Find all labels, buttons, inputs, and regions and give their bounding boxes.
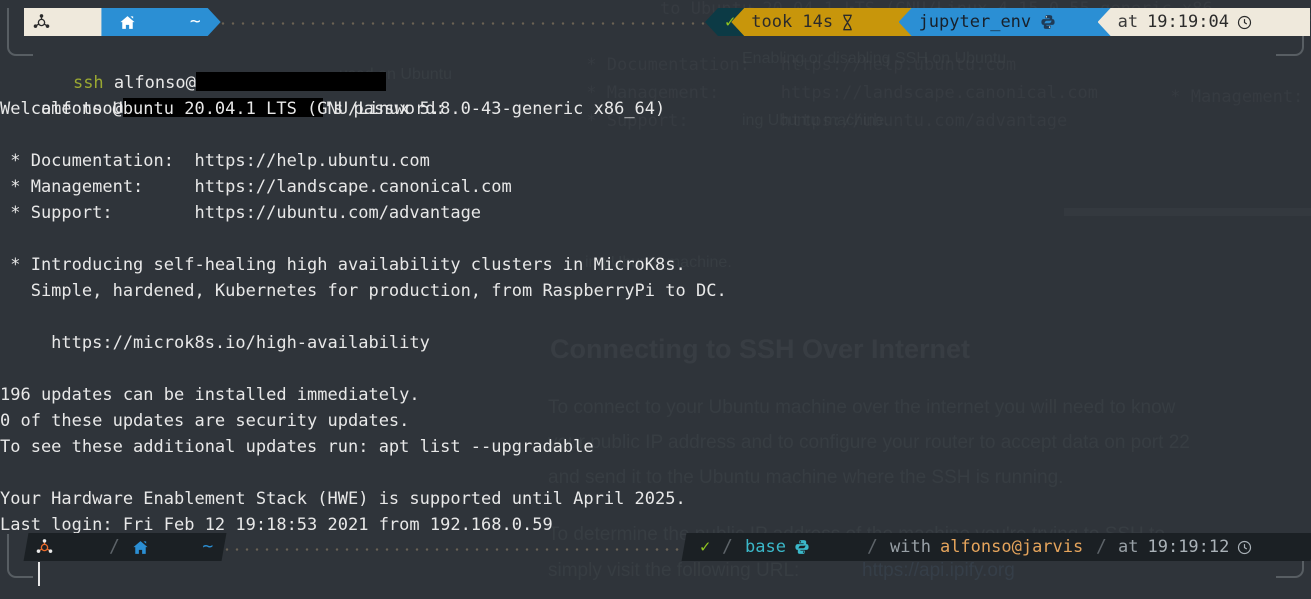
status-check-segment-bottom: ✓ (684, 533, 720, 561)
terminal-output: ssh alfonso@ alfonso@'s password: Welcom… (0, 0, 1311, 599)
ubuntu-logo-segment-bottom[interactable] (26, 533, 107, 561)
output-line: https://microk8s.io/high-availability (0, 333, 430, 353)
segment-separator: / (1095, 536, 1107, 557)
bottom-prompt-left: / ~ (23, 533, 226, 561)
with-prefix-label: with (890, 537, 932, 557)
output-line: Your Hardware Enablement Stack (HWE) is … (0, 489, 686, 509)
time-label: 19:19:12 (1147, 537, 1230, 557)
output-line: Simple, hardened, Kubernetes for product… (0, 281, 727, 301)
output-line: 0 of these updates are security updates. (0, 411, 410, 431)
bottom-prompt-right: ✓ / base / with alfonso@jarvis / at 19:1… (681, 533, 1311, 561)
path-segment[interactable]: ~ (101, 8, 220, 36)
output-line: To see these additional updates run: apt… (0, 437, 594, 457)
output-line: * Introducing self-healing high availabi… (0, 255, 686, 275)
output-line: * Support: https://ubuntu.com/advantage (0, 203, 482, 223)
user-host-segment: with alfonso@jarvis (880, 533, 1093, 561)
status-check-icon: ✓ (700, 537, 711, 557)
text-cursor[interactable] (38, 562, 40, 586)
segment-separator: / (722, 536, 734, 557)
env-segment-bottom: base (735, 533, 865, 561)
home-icon (132, 505, 193, 590)
path-label: ~ (189, 11, 201, 32)
ubuntu-logo-icon (36, 505, 97, 590)
time-prefix-label: at (1118, 537, 1139, 557)
output-line: * Documentation: https://help.ubuntu.com (0, 151, 430, 171)
time-prefix-label: at (1117, 12, 1139, 32)
env-label: jupyter_env (918, 12, 1032, 32)
top-prompt-right: ✓ took 14s jupyter_env at 19:19:04 (705, 8, 1311, 36)
env-label: base (745, 537, 787, 557)
output-line: 196 updates can be installed immediately… (0, 385, 420, 405)
output-line: * Management: https://landscape.canonica… (0, 177, 512, 197)
segment-separator: / (109, 536, 121, 557)
env-segment: jupyter_env (898, 8, 1111, 36)
user-host-label: alfonso@jarvis (940, 537, 1084, 557)
path-segment-bottom[interactable]: ~ (122, 533, 223, 561)
time-label: 19:19:04 (1147, 12, 1229, 32)
ubuntu-logo-segment[interactable] (24, 8, 114, 36)
time-segment: at 19:19:04 (1097, 8, 1311, 36)
top-prompt-left: ~ (24, 8, 221, 36)
output-line: Welcome to Ubuntu 20.04.1 LTS (GNU/Linux… (0, 99, 666, 119)
segment-separator: / (867, 536, 879, 557)
python-icon (794, 505, 855, 589)
clock-icon (1238, 506, 1299, 589)
time-segment-bottom: at 19:19:12 (1108, 533, 1311, 561)
duration-label: took 14s (751, 12, 834, 32)
path-label: ~ (202, 536, 214, 557)
duration-segment: took 14s (731, 8, 912, 36)
